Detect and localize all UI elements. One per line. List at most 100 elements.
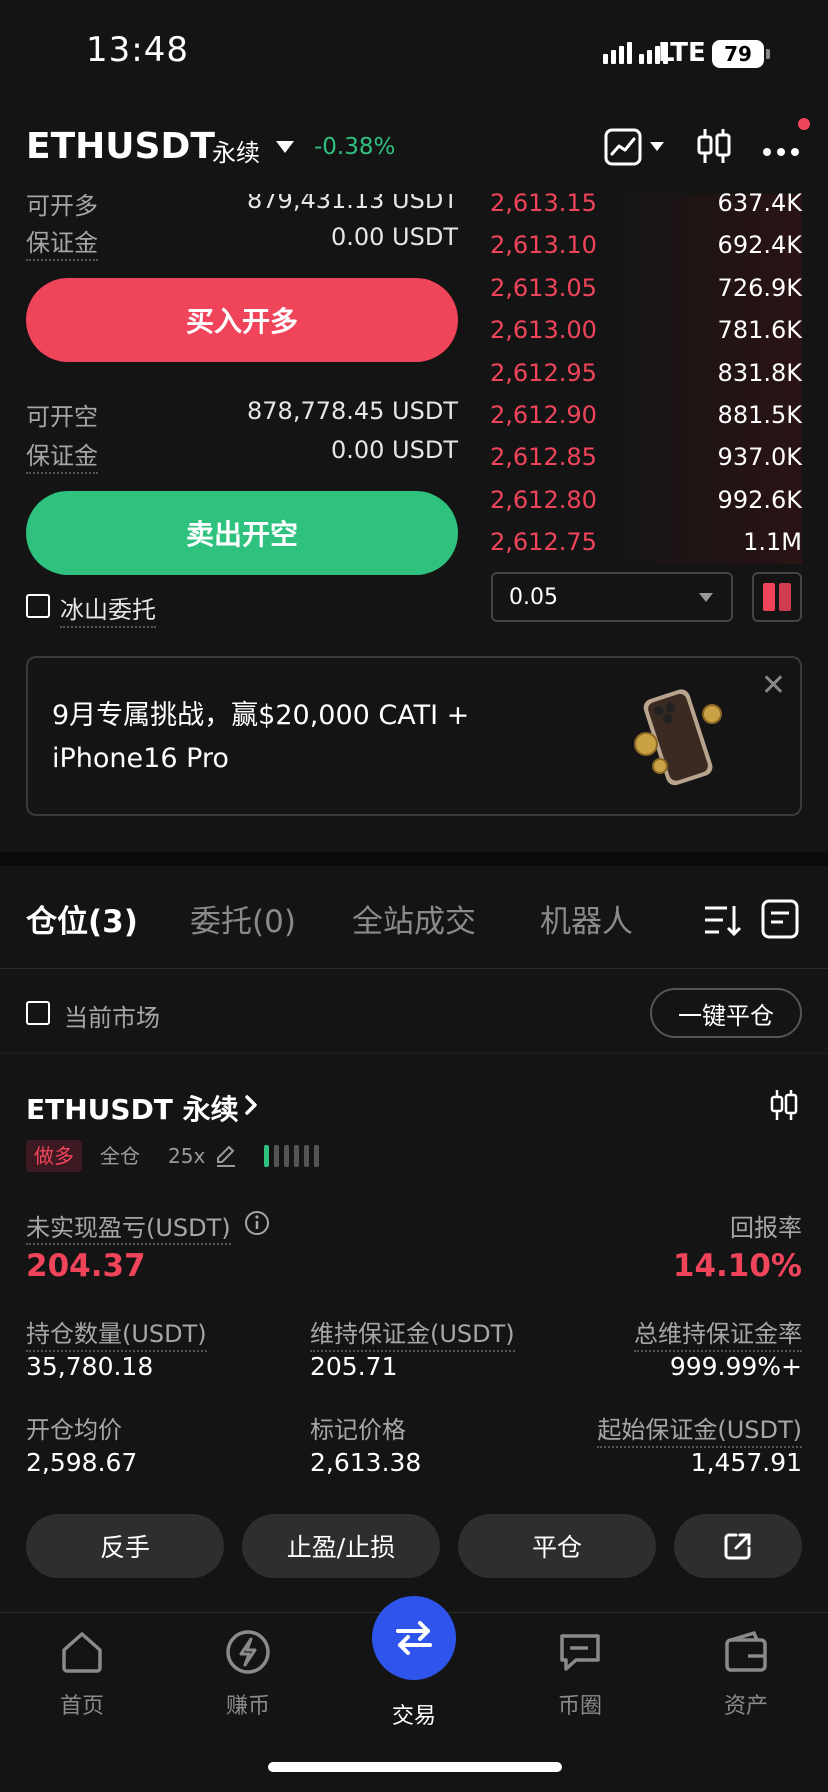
ask-price: 2,612.95 — [490, 358, 597, 387]
tab-positions[interactable]: 仓位(3) — [26, 896, 138, 941]
notification-dot — [798, 118, 810, 130]
mark-price-label: 标记价格 — [310, 1416, 406, 1444]
pnl-label-text: 未实现盈亏(USDT) — [26, 1214, 231, 1245]
roe-label: 回报率 — [730, 1214, 802, 1242]
long-available-value: 879,431.13 USDT — [247, 186, 458, 214]
ask-quantity: 937.0K — [717, 443, 802, 472]
tab-orders[interactable]: 委托(0) — [190, 896, 296, 941]
nav-earn-label: 赚币 — [225, 1694, 270, 1719]
close-icon[interactable]: ✕ — [761, 668, 786, 703]
trade-icon[interactable] — [372, 1596, 456, 1680]
more-icon[interactable] — [762, 142, 800, 161]
current-market-checkbox[interactable] — [26, 1001, 50, 1025]
price-step-value: 0.05 — [509, 584, 558, 610]
tab-market-trades[interactable]: 全站成交 — [352, 896, 476, 941]
adl-indicator — [264, 1145, 319, 1167]
iceberg-label[interactable]: 冰山委托 — [60, 590, 156, 628]
side-badge: 做多 — [26, 1140, 82, 1172]
buy-long-button[interactable]: 买入开多 — [26, 278, 458, 362]
nav-community[interactable]: 币圈 — [520, 1628, 640, 1720]
margin-mode-badge: 全仓 — [100, 1144, 140, 1168]
candlestick-icon[interactable] — [694, 126, 734, 170]
close-all-button[interactable]: 一键平仓 — [650, 988, 802, 1038]
ask-price: 2,613.10 — [490, 231, 597, 260]
nav-trade-label[interactable]: 交易 — [354, 1698, 474, 1730]
chevron-right-icon[interactable] — [244, 1094, 258, 1120]
chevron-down-icon — [699, 593, 713, 602]
info-icon[interactable] — [244, 1210, 270, 1240]
size-value: 35,780.18 — [26, 1352, 154, 1381]
order-book-row[interactable]: 2,613.00 781.6K — [490, 309, 802, 351]
promo-banner[interactable]: 9月专属挑战，赢$20,000 CATI + iPhone16 Pro ✕ — [26, 656, 802, 816]
sell-short-button[interactable]: 卖出开空 — [26, 491, 458, 575]
share-button[interactable] — [674, 1514, 802, 1578]
chart-icon[interactable] — [604, 128, 642, 170]
chevron-down-icon[interactable] — [650, 142, 664, 151]
price-step-select[interactable]: 0.05 — [491, 572, 733, 622]
close-position-button[interactable]: 平仓 — [458, 1514, 656, 1578]
pnl-value: 204.37 — [26, 1248, 146, 1284]
order-book-row[interactable]: 2,612.80 992.6K — [490, 479, 802, 521]
ask-quantity: 726.9K — [717, 273, 802, 302]
nav-assets[interactable]: 资产 — [686, 1628, 806, 1720]
order-book-row[interactable]: 2,612.95 831.8K — [490, 352, 802, 394]
nav-community-label: 币圈 — [557, 1694, 602, 1719]
tabs-divider — [0, 968, 828, 969]
promo-text: 9月专属挑战，赢$20,000 CATI + iPhone16 Pro — [52, 694, 532, 780]
candlestick-icon[interactable] — [768, 1088, 800, 1126]
current-market-label[interactable]: 当前市场 — [64, 998, 160, 1033]
reverse-button[interactable]: 反手 — [26, 1514, 224, 1578]
filter-divider — [0, 1052, 828, 1054]
section-divider — [0, 852, 828, 866]
size-label: 持仓数量(USDT) — [26, 1314, 207, 1352]
order-book-row[interactable]: 2,612.75 1.1M — [490, 521, 802, 563]
caret-down-icon[interactable] — [276, 141, 294, 153]
order-book-row[interactable]: 2,613.15 637.4K — [490, 182, 802, 224]
ask-price: 2,613.00 — [490, 316, 597, 345]
ask-price: 2,612.85 — [490, 443, 597, 472]
ask-price: 2,613.05 — [490, 273, 597, 302]
wallet-icon — [725, 1631, 767, 1672]
book-layout-icon[interactable] — [752, 572, 802, 622]
maintenance-margin-value: 205.71 — [310, 1352, 398, 1381]
maintenance-margin-label: 维持保证金(USDT) — [310, 1314, 515, 1352]
phone-image — [624, 682, 734, 792]
short-available-label: 可开空 — [26, 403, 98, 431]
order-book-row[interactable]: 2,613.10 692.4K — [490, 224, 802, 266]
ask-quantity: 881.5K — [717, 401, 802, 429]
leverage-badge[interactable]: 25x — [160, 1140, 213, 1172]
contract-type[interactable]: 永续 — [212, 133, 260, 168]
roe-value: 14.10% — [672, 1248, 802, 1284]
home-icon — [62, 1632, 102, 1673]
home-indicator — [268, 1762, 562, 1772]
ask-quantity: 692.4K — [717, 231, 802, 260]
nav-home[interactable]: 首页 — [22, 1628, 142, 1720]
ask-price: 2,612.80 — [490, 485, 597, 514]
position-title[interactable]: ETHUSDT 永续 — [26, 1088, 239, 1128]
edit-icon[interactable] — [214, 1144, 238, 1172]
ask-quantity: 992.6K — [717, 485, 802, 514]
sort-icon[interactable] — [702, 900, 742, 944]
tpsl-button[interactable]: 止盈/止损 — [242, 1514, 440, 1578]
order-book-row[interactable]: 2,612.90 881.5K — [490, 394, 802, 436]
maintenance-margin-rate-label: 总维持保证金率 — [634, 1314, 802, 1352]
network-type: LTE — [658, 38, 706, 68]
community-icon — [560, 1634, 600, 1671]
share-icon — [724, 1533, 751, 1560]
document-icon[interactable] — [760, 898, 800, 944]
order-book-row[interactable]: 2,612.85 937.0K — [490, 436, 802, 478]
long-margin-label: 保证金 — [26, 223, 98, 261]
ask-quantity: 637.4K — [717, 189, 802, 217]
status-time: 13:48 — [86, 30, 189, 70]
initial-margin-value: 1,457.91 — [690, 1448, 802, 1477]
promo-line2: iPhone16 Pro — [52, 743, 229, 774]
iceberg-checkbox[interactable] — [26, 594, 50, 618]
nav-earn[interactable]: 赚币 — [188, 1628, 308, 1720]
symbol-title[interactable]: ETHUSDT — [26, 126, 215, 167]
order-book-row[interactable]: 2,613.05 726.9K — [490, 267, 802, 309]
ask-price: 2,612.75 — [490, 528, 597, 557]
earn-icon — [226, 1630, 270, 1674]
mark-price-value: 2,613.38 — [310, 1448, 422, 1477]
short-margin-label: 保证金 — [26, 436, 98, 474]
tab-bots[interactable]: 机器人 — [540, 896, 633, 941]
